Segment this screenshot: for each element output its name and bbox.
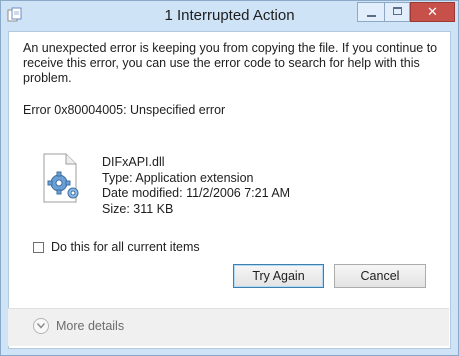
more-details-label[interactable]: More details — [56, 319, 124, 333]
minimize-icon — [367, 15, 376, 17]
maximize-button[interactable] — [384, 2, 410, 22]
minimize-button[interactable] — [357, 2, 384, 22]
more-details-toggle[interactable]: More details — [33, 318, 124, 334]
file-name: DIFxAPI.dll — [102, 155, 165, 169]
file-size: Size: 311 KB — [102, 201, 174, 216]
title-bar[interactable]: 1 Interrupted Action ✕ — [1, 1, 458, 31]
apply-to-all-checkbox[interactable] — [33, 241, 44, 253]
try-again-button[interactable]: Try Again — [233, 264, 324, 288]
apply-to-all-label[interactable]: Do this for all current items — [51, 240, 200, 254]
error-code: Error 0x80004005: Unspecified error — [23, 103, 226, 117]
close-button[interactable]: ✕ — [410, 2, 455, 22]
error-message: An unexpected error is keeping you from … — [23, 41, 438, 85]
apply-to-all-option[interactable]: Do this for all current items — [33, 240, 200, 254]
maximize-icon — [393, 7, 402, 15]
file-details: DIFxAPI.dll Type: Application extension … — [102, 155, 290, 217]
file-date-modified: Date modified: 11/2/2006 7:21 AM — [102, 186, 291, 201]
file-type: Type: Application extension — [102, 170, 254, 185]
dll-settings-file-icon — [40, 153, 94, 203]
chevron-down-icon[interactable] — [33, 318, 49, 334]
close-icon: ✕ — [427, 4, 438, 19]
cancel-button[interactable]: Cancel — [334, 264, 426, 288]
